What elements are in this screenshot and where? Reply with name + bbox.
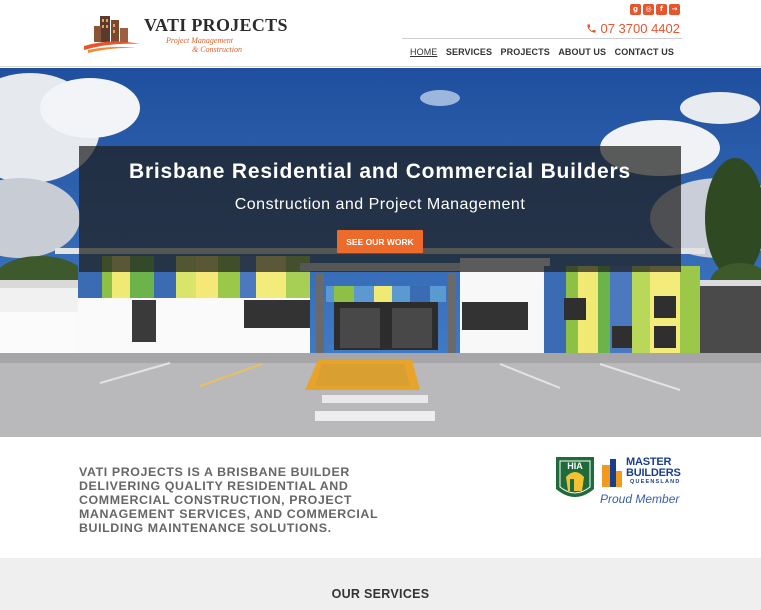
phone-number: 07 3700 4402 <box>600 21 680 36</box>
membership-badges: HIA MASTER BUILDERS QUEENSLAND Proud Mem… <box>554 455 684 507</box>
instagram-icon[interactable]: ◎ <box>643 4 654 15</box>
google-plus-icon[interactable]: g <box>630 4 641 15</box>
logo-subtitle-line1: Project Management <box>166 36 234 45</box>
phone-icon <box>587 24 597 33</box>
site-logo[interactable]: VATI PROJECTS Project Management & Const… <box>82 12 287 58</box>
services-heading: OUR SERVICES <box>331 587 430 601</box>
master-builders-line2: BUILDERS <box>626 467 681 479</box>
nav-about-us[interactable]: ABOUT US <box>558 47 606 57</box>
hero-title: Brisbane Residential and Commercial Buil… <box>128 160 631 183</box>
hia-logo-icon[interactable]: HIA <box>554 455 596 503</box>
nav-contact-us[interactable]: CONTACT US <box>615 47 674 57</box>
hero-subtitle: Construction and Project Management <box>234 196 526 213</box>
master-builders-icon <box>602 459 622 487</box>
see-our-work-button[interactable]: SEE OUR WORK <box>337 230 423 253</box>
phone-link[interactable]: 07 3700 4402 <box>586 21 680 36</box>
services-section: OUR SERVICES <box>0 558 761 610</box>
nav-services[interactable]: SERVICES <box>446 47 492 57</box>
login-icon[interactable]: → <box>669 4 680 15</box>
main-nav: HOME SERVICES PROJECTS ABOUT US CONTACT … <box>402 38 682 57</box>
social-links: g ◎ f → <box>630 4 680 15</box>
hero-caption-box: Brisbane Residential and Commercial Buil… <box>79 146 681 272</box>
master-builders-line3: QUEENSLAND <box>630 479 681 485</box>
logo-building-icon <box>84 16 140 53</box>
hia-text: HIA <box>567 461 583 471</box>
intro-text: VATI PROJECTS IS A BRISBANE BUILDER DELI… <box>79 465 378 535</box>
site-header: VATI PROJECTS Project Management & Const… <box>0 0 761 67</box>
hero-banner: Brisbane Residential and Commercial Buil… <box>0 68 761 437</box>
logo-subtitle-line2: & Construction <box>192 45 243 54</box>
nav-projects[interactable]: PROJECTS <box>501 47 550 57</box>
facebook-icon[interactable]: f <box>656 4 667 15</box>
master-builders-logo[interactable]: MASTER BUILDERS QUEENSLAND <box>600 455 684 491</box>
nav-home[interactable]: HOME <box>410 47 437 57</box>
proud-member-label: Proud Member <box>600 492 680 506</box>
logo-title: VATI PROJECTS <box>144 15 288 35</box>
